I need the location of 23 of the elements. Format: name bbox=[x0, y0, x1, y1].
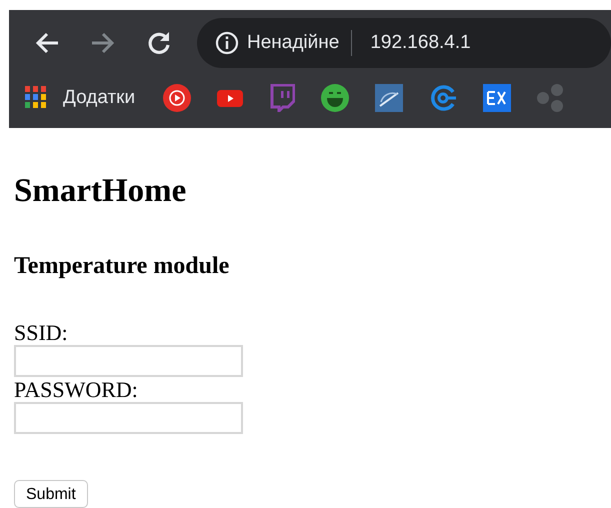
address-bar[interactable]: Ненадійне 192.168.4.1 bbox=[197, 18, 611, 68]
input-field[interactable] bbox=[14, 345, 243, 378]
play-circle-icon[interactable] bbox=[163, 84, 192, 112]
reload-icon bbox=[146, 30, 172, 56]
field-label: PASSWORD: bbox=[14, 377, 139, 402]
laughing-face-icon[interactable] bbox=[321, 84, 350, 112]
page-heading: SmartHome bbox=[14, 172, 188, 211]
section-heading: Temperature module bbox=[14, 252, 230, 280]
info-icon[interactable] bbox=[215, 31, 239, 55]
back-arrow-icon bbox=[35, 32, 59, 54]
share-nodes-icon[interactable] bbox=[537, 84, 564, 112]
ex-square-icon[interactable] bbox=[483, 84, 512, 112]
submit-button[interactable]: Submit bbox=[14, 480, 88, 508]
ring-logo-icon[interactable] bbox=[429, 84, 458, 112]
input-field[interactable] bbox=[14, 402, 243, 434]
forward-arrow-icon bbox=[91, 32, 115, 54]
bookmark-link[interactable]: Додатки bbox=[63, 84, 136, 112]
gauge-icon[interactable] bbox=[375, 84, 404, 112]
security-label: Ненадійне bbox=[247, 30, 340, 55]
video-play-icon[interactable] bbox=[217, 88, 244, 108]
url-text: 192.168.4.1 bbox=[370, 30, 471, 55]
field-label: SSID: bbox=[14, 320, 69, 346]
apps-grid-icon[interactable] bbox=[25, 86, 47, 110]
